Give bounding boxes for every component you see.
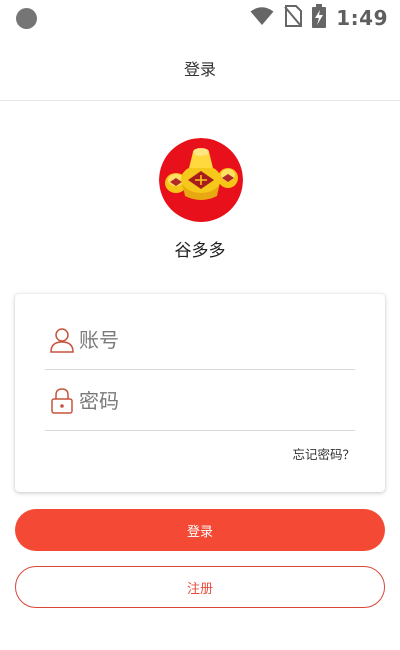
login-button[interactable]: 登录: [15, 509, 385, 551]
header: 登录: [0, 36, 400, 101]
status-icons: 1:49: [250, 4, 388, 32]
app-logo-icon: [159, 138, 243, 222]
status-time: 1:49: [336, 6, 388, 30]
password-input[interactable]: [79, 389, 339, 413]
username-input[interactable]: [79, 328, 339, 352]
status-bar: 1:49: [0, 0, 400, 36]
battery-charging-icon: [312, 4, 327, 32]
app-name: 谷多多: [174, 241, 226, 261]
no-sim-icon: [284, 5, 303, 31]
user-icon: [49, 326, 75, 354]
login-form-card: 忘记密码？: [15, 294, 385, 492]
wifi-icon: [250, 6, 274, 30]
register-button[interactable]: 注册: [15, 566, 385, 608]
lock-icon: [49, 387, 75, 415]
page-title: 登录: [183, 60, 216, 79]
notification-dot-icon: [16, 8, 37, 29]
forgot-password-link[interactable]: 忘记密码？: [292, 444, 355, 463]
password-field: [45, 372, 355, 431]
username-field: [45, 311, 355, 370]
